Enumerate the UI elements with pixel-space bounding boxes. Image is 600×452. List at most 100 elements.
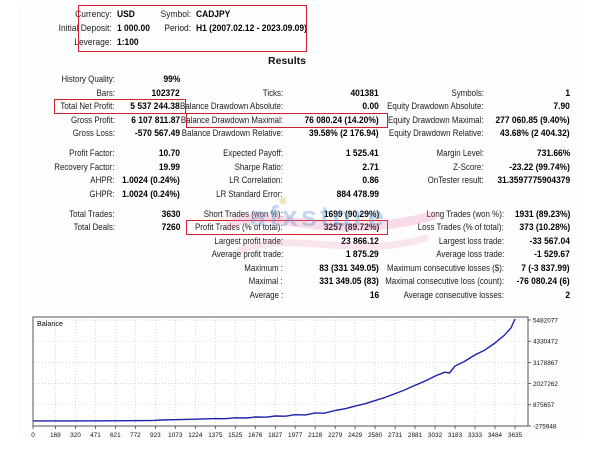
balance-chart-svg: -275948875657202726231788674330472548207… [25, 312, 581, 446]
stat-value: -23.22 (99.74%) [509, 161, 570, 175]
x-tick-label: 2279 [328, 432, 343, 439]
stat-label: LR Standard Error: [217, 188, 283, 202]
y-tick-label: 5482077 [533, 317, 558, 324]
stats-row: AHPR: 1.0024 (0.24%) LR Correlation: 0.86 On… [40, 174, 570, 188]
stat-label: Maximal consecutive loss (count): [385, 275, 504, 289]
x-tick-label: 3333 [468, 432, 483, 439]
stat-value: 6 107 811.87 [131, 114, 180, 128]
x-tick-label: 3484 [488, 432, 503, 439]
stat-value: 99% [163, 73, 180, 87]
stat-label: Equity Drawdown Relative: [389, 127, 484, 141]
stat-value: 102372 [152, 87, 180, 101]
stats-rows: History Quality: 99% Bars: 102372 Ticks: 4013… [40, 73, 570, 304]
stat-label: Expected Payoff: [223, 147, 283, 161]
x-tick-label: 923 [150, 432, 161, 439]
stat-label: Largest loss trade: [439, 235, 504, 249]
highlight-box [186, 113, 388, 128]
stat-label: Profit Factor: [70, 147, 115, 161]
stat-value: 7260 [161, 221, 180, 235]
stat-label: Margin Level: [436, 147, 484, 161]
stats-row: Largest profit trade:23 866.12Largest lo… [40, 235, 570, 249]
stats-row: Gross Loss:-570 567.49Balance Drawdown R… [40, 127, 570, 141]
stat-label: Gross Loss: [73, 127, 115, 141]
stat-label: GHPR: [90, 188, 115, 202]
stats-row: Average :16Average consecutive losses:2 [40, 289, 570, 303]
stat-label: History Quality: [61, 73, 115, 87]
stat-label: Average : [249, 289, 283, 303]
stats-row: GHPR: 1.0024 (0.24%) LR Standard Error: 884… [40, 188, 570, 202]
stat-value: 0.86 [363, 174, 379, 188]
stat-label: Average loss trade: [436, 248, 504, 262]
stat-label: Total Deals: [74, 221, 115, 235]
stat-label: Equity Drawdown Absolute: [388, 100, 484, 114]
stat-label: Long Trades (won %): [427, 208, 504, 222]
x-tick-label: 0 [31, 432, 35, 439]
x-tick-label: 1977 [288, 432, 303, 439]
stat-label: Balance Drawdown Absolute: [180, 100, 283, 114]
stats-row: Gross Profit:6 107 811.87Balance Drawdow… [40, 114, 570, 128]
info-highlight-box [78, 5, 307, 52]
x-tick-label: 1827 [268, 432, 283, 439]
stat-label: Z-Score: [454, 161, 484, 175]
x-tick-label: 1224 [188, 432, 203, 439]
stat-value: 83 (331 349.05) [319, 262, 379, 276]
stat-value: 277 060.85 (9.40%) [496, 114, 570, 128]
backtest-report-screenshot: { "header": { "results_title": "Results"… [0, 0, 600, 452]
stat-value: -1 529.67 [534, 248, 570, 262]
x-tick-label: 3032 [428, 432, 443, 439]
x-tick-label: 2881 [408, 432, 423, 439]
stat-label: AHPR: [91, 174, 115, 188]
stat-label: Bars: [97, 87, 115, 101]
balance-chart: -275948875657202726231788674330472548207… [25, 312, 581, 446]
x-tick-label: 3635 [508, 432, 523, 439]
stat-value: 1.0024 (0.24%) [122, 188, 180, 202]
y-tick-label: 4330472 [533, 339, 558, 346]
stat-value: 1931 (89.23%) [515, 208, 570, 222]
stat-label: Recovery Factor: [55, 161, 115, 175]
stat-value: 401381 [351, 87, 379, 101]
stat-label: Sharpe Ratio: [235, 161, 283, 175]
stat-value: 7 (-3 837.99) [522, 262, 570, 276]
stat-label: Gross Profit: [71, 114, 115, 128]
stat-label: OnTester result: [428, 174, 484, 188]
stat-value: 1 [565, 87, 570, 101]
stat-value: 23 866.12 [341, 235, 379, 249]
stats-row: Average profit trade:1 875.29Average los… [40, 248, 570, 262]
results-title: Results [37, 55, 537, 67]
x-tick-label: 772 [130, 432, 141, 439]
stats-row: Total Net Profit:5 537 244.38Balance Dra… [40, 100, 570, 114]
stat-value: 2.71 [363, 161, 379, 175]
stat-value: 884 478.99 [337, 188, 379, 202]
y-tick-label: 875657 [533, 402, 555, 409]
stat-label: Equity Drawdown Maximal: [388, 114, 484, 128]
stats-row: History Quality: 99% [40, 73, 570, 87]
x-tick-label: 1375 [208, 432, 223, 439]
highlight-box [54, 99, 186, 114]
stat-value: 1 875.29 [346, 248, 379, 262]
stat-value: -76 080.24 (6) [517, 275, 570, 289]
stat-label: Loss Trades (% of total): [418, 221, 504, 235]
x-tick-label: 471 [90, 432, 101, 439]
x-tick-label: 320 [70, 432, 81, 439]
x-tick-label: 169 [50, 432, 61, 439]
stat-label: Maximum : [244, 262, 283, 276]
y-tick-label: -275948 [533, 423, 557, 430]
stats-row: Profit Factor:10.70Expected Payoff:1 525… [40, 147, 570, 161]
stat-value: -33 567.04 [530, 235, 570, 249]
x-tick-label: 2731 [388, 432, 403, 439]
stat-label: Average consecutive losses: [404, 289, 504, 303]
stat-value: 10.70 [159, 147, 180, 161]
stat-value: 19.99 [159, 161, 180, 175]
stat-label: LR Correlation: [230, 174, 283, 188]
stat-value: 1.0024 (0.24%) [122, 174, 180, 188]
x-tick-label: 2128 [308, 432, 323, 439]
stat-label: Maximum consecutive losses ($): [387, 262, 504, 276]
stat-value: 731.66% [537, 147, 570, 161]
stat-label: Ticks: [263, 87, 283, 101]
stat-label: Balance Drawdown Relative: [182, 127, 283, 141]
y-tick-label: 3178867 [533, 360, 558, 367]
stat-value: 43.68% (2 404.32) [500, 127, 570, 141]
stat-value: 31.3597775904379 [497, 174, 570, 188]
chart-legend-balance: Balance [37, 319, 63, 328]
stat-value: 3630 [161, 208, 180, 222]
